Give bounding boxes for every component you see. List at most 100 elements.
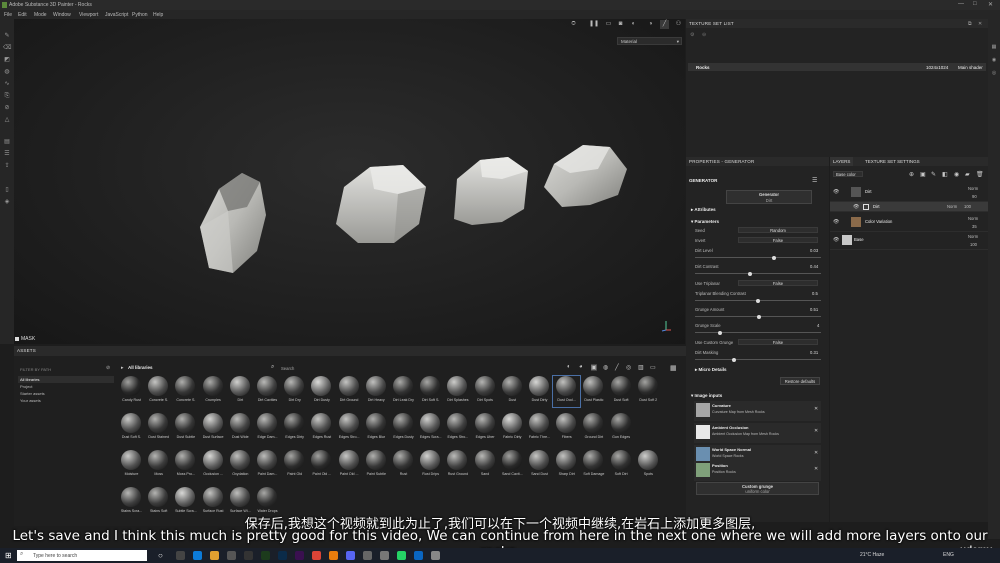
image-input-ao[interactable]: Ambient Occlusion Ambient Occlusion Map … (694, 423, 821, 443)
cortana-icon[interactable]: ○ (158, 551, 163, 560)
menu-help[interactable]: Help (153, 12, 163, 18)
dirt-masking-value[interactable]: 0.31 (810, 350, 818, 355)
asset-tile[interactable]: Paint Dam... (254, 450, 281, 481)
asset-tile[interactable]: Fibers (553, 413, 580, 444)
weather-widget[interactable]: 21°C Haze (860, 552, 884, 558)
bake-icon[interactable]: ▤ (3, 139, 11, 146)
asset-tile[interactable]: Edges Dirty (281, 413, 308, 444)
use-custom-grunge-select[interactable]: False (738, 339, 818, 345)
image-input-position[interactable]: Position Position Rocks ✕ (694, 461, 821, 481)
asset-tile[interactable]: Dirt Heavy (363, 376, 390, 407)
asset-tile[interactable]: Rust Drips (417, 450, 444, 481)
layer-row-selected[interactable]: 👁 Dirt Norm 100 (830, 202, 988, 212)
invert-select[interactable]: False (738, 237, 818, 243)
asset-tile[interactable]: Dust (499, 376, 526, 407)
folder-icon[interactable]: ▰ (965, 171, 970, 178)
remove-icon[interactable]: ✕ (814, 428, 818, 434)
dirt-level-slider[interactable] (695, 255, 821, 260)
whatsapp-icon[interactable] (397, 551, 406, 560)
asset-tile[interactable]: Soft Dirt (608, 450, 635, 481)
layer-opacity[interactable]: 100 (964, 204, 971, 209)
float-panel-icon[interactable]: ⧉ (968, 21, 972, 27)
display-icon[interactable]: ◈ (3, 199, 11, 206)
asset-tile[interactable]: Concrete S. (145, 376, 172, 407)
add-effect-icon[interactable]: ⊕ (909, 171, 914, 178)
export-icon[interactable]: ⇪ (3, 163, 11, 170)
display-settings-icon[interactable]: ◉ (991, 57, 997, 63)
camera-icon[interactable]: ⚇ (674, 20, 683, 29)
smart-material-filter-icon[interactable]: ◕ (579, 364, 583, 370)
asset-tile[interactable]: Crumples (200, 376, 227, 407)
asset-tile[interactable]: Dust Stained (145, 413, 172, 444)
edge-icon[interactable] (193, 551, 202, 560)
eraser-icon[interactable]: ⌫ (3, 45, 11, 52)
texture-filter-icon[interactable]: ◍ (603, 364, 608, 371)
asset-tile[interactable]: Paint Old ... (308, 450, 335, 481)
file-explorer-icon[interactable] (210, 551, 219, 560)
layer-row[interactable]: 👁 Dirt Norm 90 (830, 184, 988, 202)
dirt-masking-slider[interactable] (695, 357, 821, 362)
blender-icon[interactable] (329, 551, 338, 560)
asset-tile[interactable]: Sharp Dirt (553, 450, 580, 481)
photoshop-icon[interactable] (278, 551, 287, 560)
asset-tile[interactable]: Paint Old (281, 450, 308, 481)
layer-opacity[interactable]: 90 (972, 194, 977, 199)
asset-tile[interactable]: Dust Occl... (552, 375, 582, 408)
asset-tile[interactable]: Moss Pro... (172, 450, 199, 481)
asset-tile[interactable]: Edges Stro... (444, 413, 471, 444)
seed-field[interactable]: Random (738, 227, 818, 233)
image-filter-icon[interactable]: ▭ (650, 364, 656, 371)
dirt-masking-knob[interactable] (732, 357, 737, 362)
asset-tile[interactable]: Edges Uber (472, 413, 499, 444)
asset-tile[interactable]: Dust Subtle (172, 413, 199, 444)
asset-tile[interactable]: Paint Subtle (363, 450, 390, 481)
remove-icon[interactable]: ✕ (814, 406, 818, 412)
filter-item[interactable]: Project (20, 384, 32, 389)
layer-blend[interactable]: Norm (968, 186, 978, 191)
search-input[interactable]: Search (281, 366, 294, 371)
dirt-level-knob[interactable] (772, 255, 777, 260)
discord-icon[interactable] (346, 551, 355, 560)
asset-tile[interactable]: Candy Rust (118, 376, 145, 407)
asset-tile[interactable]: Moisture (118, 450, 145, 481)
pause-icon[interactable]: ❚❚ (589, 20, 599, 29)
menu-icon[interactable]: ☰ (812, 177, 817, 184)
layer-opacity[interactable]: 35 (972, 224, 977, 229)
asset-tile[interactable]: Edges Dusty (390, 413, 417, 444)
polygon-fill-icon[interactable]: △ (3, 117, 11, 124)
asset-tile[interactable]: Dirt Spots (472, 376, 499, 407)
document-icon[interactable]: ▯ (3, 187, 11, 194)
filter-item[interactable]: All libraries (20, 377, 40, 382)
layer-blend[interactable]: Norm (968, 234, 978, 239)
add-mask-icon[interactable]: ▣ (920, 171, 926, 178)
taskbar-search-box[interactable]: ⌕ Type here to search (17, 550, 147, 561)
camera-view-icon[interactable]: ▭ (604, 20, 613, 29)
layer-blend[interactable]: Norm (947, 204, 957, 209)
windows-start-icon[interactable]: ⊞ (5, 551, 12, 560)
filter-clear-icon[interactable]: ⊘ (106, 365, 110, 371)
texture-set-icon[interactable]: ▦ (991, 44, 997, 50)
asset-tile[interactable]: Edges Scra... (417, 413, 444, 444)
app-icon[interactable] (380, 551, 389, 560)
asset-tile[interactable]: Dust Soft 2 (635, 376, 662, 407)
asset-tile[interactable]: Edges Rust (308, 413, 335, 444)
material-filter-icon[interactable]: ◐ (567, 364, 571, 370)
menu-viewport[interactable]: Viewport (79, 12, 98, 18)
grunge-scale-slider[interactable] (695, 330, 821, 335)
asset-tile[interactable]: Dirt Soft S. (417, 376, 444, 407)
asset-tile[interactable]: Gun Edges (608, 413, 635, 444)
symmetry-icon[interactable]: ⎊ (569, 20, 578, 29)
menu-edit[interactable]: Edit (18, 12, 27, 18)
layer-blend[interactable]: Norm (968, 216, 978, 221)
paint-layer-icon[interactable]: ✎ (931, 171, 936, 178)
asset-tile[interactable]: Dirt Splashes (444, 376, 471, 407)
filter-item[interactable]: Your assets (20, 398, 41, 403)
brush-filter-icon[interactable]: ╱ (615, 364, 619, 371)
smart-material-icon[interactable]: ◉ (954, 171, 959, 178)
shader-settings-icon[interactable]: ◎ (991, 70, 997, 76)
settings-icon[interactable]: ⚙ (690, 32, 694, 38)
library-breadcrumb[interactable]: All libraries (128, 365, 153, 370)
task-view-icon[interactable] (176, 551, 185, 560)
asset-tile[interactable]: Oxydation (227, 450, 254, 481)
grunge-amount-value[interactable]: 0.51 (810, 307, 818, 312)
